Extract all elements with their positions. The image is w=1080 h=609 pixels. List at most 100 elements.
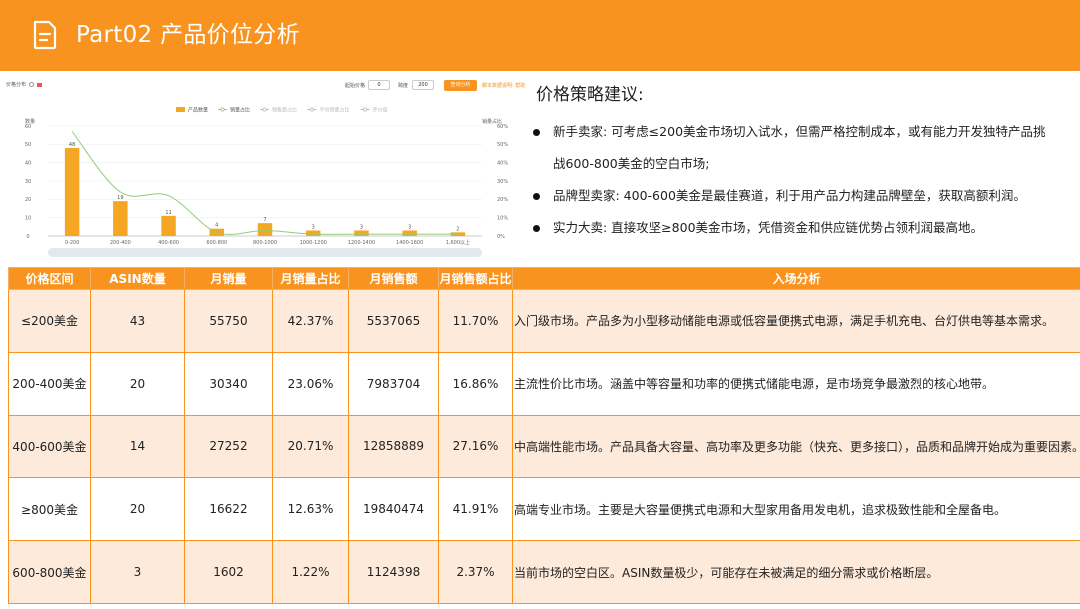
strategy-item-newbie: 新手卖家: 可考虑≤200美金市场切入试水，但需严格控制成本，或有能力开发独特产… (533, 116, 1076, 148)
bar-value-label: 3 (312, 225, 315, 231)
y-tick-label: 40 (25, 160, 31, 166)
cell-asin-count: 3 (90, 540, 185, 604)
y-tick-label: 30 (25, 179, 31, 185)
col-header-asin-count: ASIN数量 (90, 267, 185, 290)
cell-monthly-revenue: 7983704 (348, 351, 439, 416)
x-tick-label: 200-400 (110, 240, 131, 246)
cell-asin-count: 43 (90, 289, 185, 353)
start-price-label: 起始价格 (345, 83, 366, 89)
cell-monthly-sales: 1602 (184, 540, 273, 604)
cell-entry-analysis: 中高端性能市场。产品具备大容量、高功率及更多功能（快充、更多接口），品质和品牌开… (512, 414, 1080, 479)
strategy-item-big-seller: 实力大卖: 直接攻坚≥800美金市场，凭借资金和供应链优势占领利润最高地。 (533, 212, 1076, 244)
y2-tick-label: 10% (497, 215, 508, 221)
x-tick-label: 1000-1200 (300, 240, 327, 246)
strategy-item-brand: 品牌型卖家: 400-600美金是最佳赛道，利于用产品力构建品牌壁垒，获取高额利… (533, 180, 1076, 212)
info-icon (29, 82, 34, 87)
strategy-item-text: 实力大卖: 直接攻坚≥800美金市场，凭借资金和供应链优势占领利润最高地。 (553, 220, 984, 235)
price-distribution-chart: 产品数量 销量占比 销售额占比 平均销量占比 评分值数量 销量占比010203040506… (25, 107, 509, 247)
bar-value-label: 48 (69, 142, 75, 148)
cell-monthly-sales: 30340 (184, 351, 273, 416)
col-header-sales-share: 月销量占比 (272, 267, 349, 290)
cell-sales-share: 12.63% (272, 477, 349, 542)
cell-asin-count: 20 (90, 477, 185, 542)
cell-revenue-share: 27.16% (438, 414, 513, 479)
strategy-item-text: 战600-800美金的空白市场; (553, 156, 710, 171)
col-header-price-range: 价格区间 (8, 267, 91, 290)
y2-tick-label: 20% (497, 197, 508, 203)
chart-scrollbar[interactable] (48, 248, 482, 257)
document-icon (33, 20, 57, 50)
y2-tick-label: 50% (497, 142, 508, 148)
legend-swatch-marker (220, 107, 225, 112)
chart-title: 价格分布 (6, 82, 27, 88)
help-link[interactable]: 脚本数据说明: 帮助 (482, 82, 525, 89)
bullet-icon (533, 225, 540, 232)
cell-monthly-sales: 27252 (184, 414, 273, 479)
query-button[interactable]: 查询分析 (444, 80, 477, 91)
bar-value-label: 11 (165, 210, 171, 216)
strategy-section: 价格策略建议: 新手卖家: 可考虑≤200美金市场切入试水，但需严格控制成本，或… (533, 82, 1076, 244)
strategy-list: 新手卖家: 可考虑≤200美金市场切入试水，但需严格控制成本，或有能力开发独特产… (533, 116, 1076, 244)
legend-swatch-marker (362, 107, 367, 112)
cell-sales-share: 42.37% (272, 289, 349, 353)
span-input[interactable]: 200 (412, 80, 434, 90)
table-header-row: 价格区间 ASIN数量 月销量 月销量占比 月销售额 月销售额占比 入场分析 (8, 267, 1080, 290)
cell-sales-share: 23.06% (272, 351, 349, 416)
col-header-revenue-share: 月销售额占比 (438, 267, 513, 290)
bullet-icon (533, 193, 540, 200)
chart-bar (305, 230, 321, 236)
bar-value-label: 4 (215, 223, 218, 229)
y-tick-label: 10 (25, 215, 31, 221)
y-tick-label: 50 (25, 142, 31, 148)
cell-price-range: 200-400美金 (8, 351, 91, 416)
price-range-table: 价格区间 ASIN数量 月销量 月销量占比 月销售额 月销售额占比 入场分析 ≤… (8, 267, 1080, 604)
bar-value-label: 19 (117, 195, 123, 201)
cell-asin-count: 14 (90, 414, 185, 479)
chart-bar (64, 148, 80, 236)
cell-monthly-revenue: 1124398 (348, 540, 439, 604)
table-row: ≤200美金 43 55750 42.37% 5537065 11.70% 入门… (8, 289, 1080, 353)
legend-swatch-bar (176, 107, 185, 112)
price-distribution-chart-panel: 价格分布 起始价格 0 跨度 200 查询分析 脚本数据说明: 帮助 产品数量 销… (0, 76, 528, 262)
col-header-entry-analysis: 入场分析 (512, 267, 1080, 290)
cell-price-range: ≥800美金 (8, 477, 91, 542)
table-row: ≥800美金 20 16622 12.63% 19840474 41.91% 高… (8, 477, 1080, 542)
bar-value-label: 2 (456, 226, 459, 232)
cell-monthly-revenue: 19840474 (348, 477, 439, 542)
legend-label: 平均销量占比 (320, 107, 350, 114)
legend-label: 销售额占比 (272, 107, 297, 114)
x-tick-label: 1400-1600 (396, 240, 423, 246)
x-tick-label: 800-1000 (253, 240, 277, 246)
legend-swatch-marker (262, 107, 267, 112)
cell-revenue-share: 11.70% (438, 289, 513, 353)
legend-label: 产品数量 (188, 107, 208, 114)
legend-label: 销量占比 (230, 107, 250, 114)
cell-sales-share: 1.22% (272, 540, 349, 604)
y-tick-label: 60 (25, 124, 31, 130)
span-label: 跨度 (398, 83, 409, 89)
cell-price-range: 400-600美金 (8, 414, 91, 479)
legend-swatch-marker (309, 107, 314, 112)
strategy-item-text: 新手卖家: 可考虑≤200美金市场切入试水，但需严格控制成本，或有能力开发独特产… (553, 124, 1046, 139)
video-icon[interactable] (37, 83, 42, 87)
cell-entry-analysis: 高端专业市场。主要是大容量便携式电源和大型家用备用发电机，追求极致性能和全屋备电… (512, 477, 1080, 542)
cell-entry-analysis: 当前市场的空白区。ASIN数量极少，可能存在未被满足的细分需求或价格断层。 (512, 540, 1080, 604)
cell-asin-count: 20 (90, 351, 185, 416)
cell-price-range: 600-800美金 (8, 540, 91, 604)
x-tick-label: 400-600 (158, 240, 179, 246)
cell-revenue-share: 2.37% (438, 540, 513, 604)
chart-bar (113, 201, 128, 236)
cell-sales-share: 20.71% (272, 414, 349, 479)
cell-price-range: ≤200美金 (8, 289, 91, 353)
page-title: Part02 产品价位分析 (76, 22, 300, 48)
x-tick-label: 600-800 (206, 240, 227, 246)
chart-bar (402, 230, 417, 236)
x-tick-label: 1,600以上 (446, 239, 470, 246)
start-price-input[interactable]: 0 (368, 80, 390, 90)
cell-revenue-share: 41.91% (438, 477, 513, 542)
table-row: 600-800美金 3 1602 1.22% 1124398 2.37% 当前市… (8, 540, 1080, 604)
cell-revenue-share: 16.86% (438, 351, 513, 416)
x-tick-label: 1200-1400 (348, 240, 375, 246)
chart-bar (161, 215, 176, 236)
y2-tick-label: 40% (497, 160, 508, 166)
